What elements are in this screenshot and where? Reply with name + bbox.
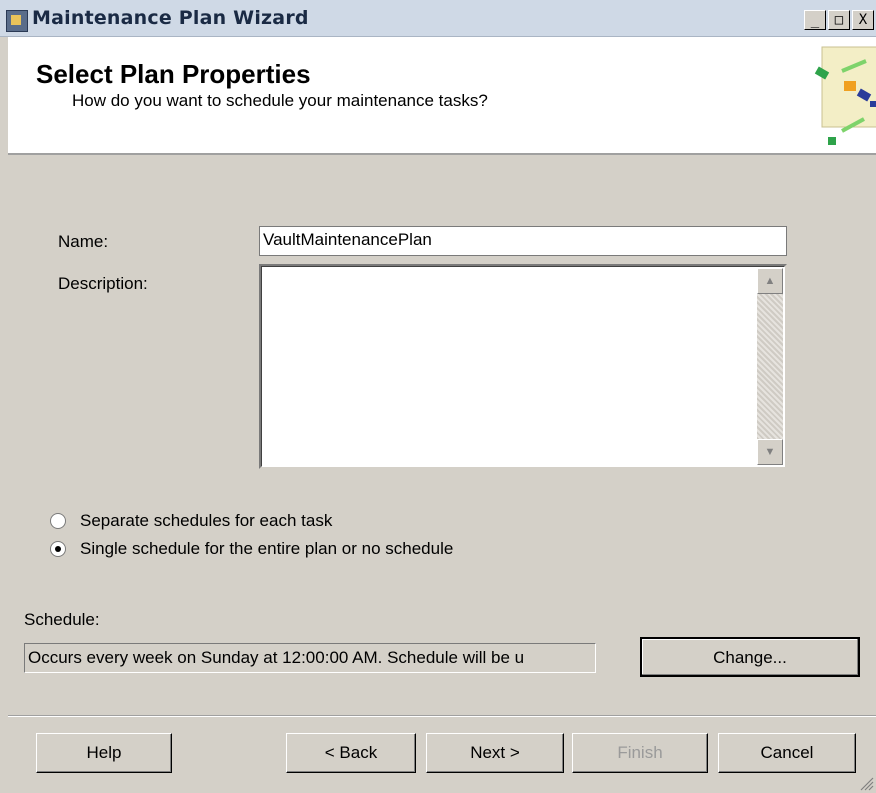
description-scrollbar[interactable]: ▲ ▼ (757, 268, 783, 465)
name-input[interactable]: VaultMaintenancePlan (259, 226, 787, 256)
next-button[interactable]: Next > (426, 733, 564, 773)
description-text (261, 266, 785, 467)
single-schedule-label[interactable]: Single schedule for the entire plan or n… (80, 539, 453, 559)
scroll-down-icon[interactable]: ▼ (757, 439, 783, 465)
resize-grip-icon[interactable] (858, 775, 874, 791)
page-subtitle: How do you want to schedule your mainten… (72, 91, 488, 110)
cancel-button[interactable]: Cancel (718, 733, 856, 773)
name-label: Name: (58, 232, 109, 251)
wizard-graphic-icon (814, 46, 876, 145)
help-button[interactable]: Help (36, 733, 172, 773)
close-button[interactable]: X (852, 10, 874, 30)
window-title: Maintenance Plan Wizard (32, 7, 309, 29)
app-icon (6, 10, 28, 32)
back-button[interactable]: < Back (286, 733, 416, 773)
scroll-up-icon[interactable]: ▲ (757, 268, 783, 294)
minimize-button[interactable]: _ (804, 10, 826, 30)
wizard-header: Select Plan Properties How do you want t… (8, 37, 876, 155)
description-textarea[interactable]: ▲ ▼ (259, 264, 787, 469)
single-schedule-radio[interactable] (50, 541, 66, 557)
schedule-description: Occurs every week on Sunday at 12:00:00 … (24, 643, 596, 673)
title-bar: Maintenance Plan Wizard _ □ X (0, 0, 876, 37)
window-controls: _ □ X (804, 10, 874, 30)
maximize-button[interactable]: □ (828, 10, 850, 30)
schedule-label: Schedule: (24, 610, 100, 629)
change-schedule-button[interactable]: Change... (640, 637, 860, 677)
footer-separator (8, 715, 876, 717)
wizard-window: Maintenance Plan Wizard _ □ X Select Pla… (0, 0, 876, 793)
separate-schedules-label[interactable]: Separate schedules for each task (80, 511, 332, 531)
separate-schedules-radio[interactable] (50, 513, 66, 529)
description-label: Description: (58, 274, 148, 293)
page-title: Select Plan Properties (36, 59, 311, 89)
finish-button[interactable]: Finish (572, 733, 708, 773)
